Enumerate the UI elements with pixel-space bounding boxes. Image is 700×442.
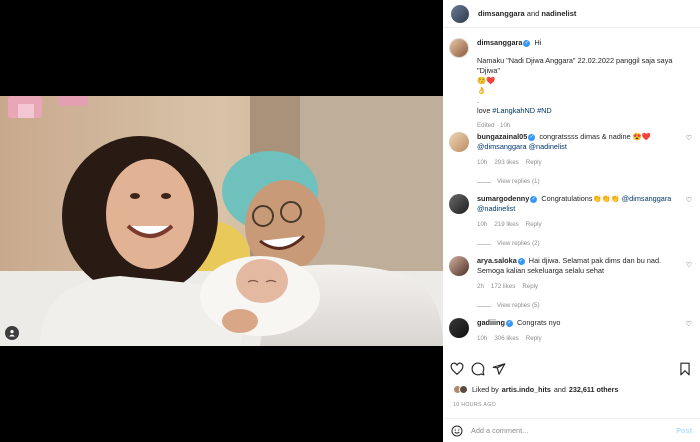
caption-line1: Namaku "Nadi Djiwa Anggara" 22.02.2022 p… bbox=[477, 56, 673, 75]
likes-prefix: Liked by bbox=[472, 385, 499, 394]
comment-likes[interactable]: 293 likes bbox=[494, 159, 518, 166]
caption-avatar[interactable] bbox=[449, 38, 469, 58]
comments-list: dimsanggara ✓ Hi Namaku "Nadi Djiwa Angga… bbox=[443, 38, 700, 350]
user-tag-icon[interactable] bbox=[5, 326, 19, 340]
liker-avatar bbox=[459, 385, 468, 394]
header-user2[interactable]: nadinelist bbox=[541, 9, 576, 18]
verified-badge-icon: ✓ bbox=[528, 133, 536, 141]
header-user1[interactable]: dimsanggara bbox=[478, 9, 525, 18]
post-media bbox=[0, 0, 443, 442]
caption-emoji-line1: 😚❤️ bbox=[477, 76, 496, 85]
comment-age: 2h bbox=[477, 283, 484, 290]
likes-summary: Liked by artis.indo_hits and 232,611 oth… bbox=[453, 385, 618, 394]
comment-icon[interactable] bbox=[471, 362, 485, 376]
caption-dot: . bbox=[477, 96, 480, 105]
post-header: dimsanggara and nadinelist bbox=[443, 0, 700, 28]
comment-item: sumargodenny ✓ Congratulations👏👏👏 @dimsan… bbox=[443, 194, 700, 256]
comment-reply-button[interactable]: Reply bbox=[526, 335, 542, 342]
comment-mention[interactable]: @nadinelist bbox=[529, 142, 567, 151]
caption-love: love bbox=[477, 106, 491, 115]
comment-meta: 10h 293 likes Reply bbox=[477, 158, 687, 168]
comment-username[interactable]: bungazainal05 bbox=[477, 132, 527, 141]
verified-badge-icon: ✓ bbox=[517, 257, 525, 265]
likes-and: and bbox=[553, 385, 566, 394]
comment-item: arya.saloka ✓ Hai djiwa. Selamat pak dims… bbox=[443, 256, 700, 318]
instagram-post-modal: dimsanggara and nadinelist dimsanggara ✓ … bbox=[0, 0, 700, 442]
verified-badge-icon: ✓ bbox=[505, 319, 513, 327]
post-caption: dimsanggara ✓ Hi Namaku "Nadi Djiwa Angga… bbox=[443, 38, 700, 132]
hashtag-langkahnd[interactable]: #LangkahND bbox=[492, 106, 535, 115]
bookmark-icon[interactable] bbox=[678, 362, 692, 376]
post-side-panel: dimsanggara and nadinelist dimsanggara ✓ … bbox=[443, 0, 700, 442]
hashtag-nd[interactable]: #ND bbox=[537, 106, 552, 115]
post-timestamp[interactable]: 10 HOURS AGO bbox=[453, 402, 496, 408]
caption-edited: Edited · 10h bbox=[477, 122, 511, 129]
comment-item: gadiiing ✓ Congrats nyo 10h 306 likes Reply… bbox=[443, 318, 700, 350]
comment-username[interactable]: sumargodenny bbox=[477, 194, 529, 203]
comment-mention[interactable]: @dimsanggara bbox=[477, 142, 527, 151]
comment-text: congratssss dimas & nadine 😍❤️ bbox=[539, 132, 651, 141]
view-replies-label: View replies (1) bbox=[497, 178, 540, 185]
add-comment-bar: Add a comment... Post bbox=[443, 418, 700, 442]
comment-mention[interactable]: @dimsanggara bbox=[622, 194, 672, 203]
comment-avatar[interactable] bbox=[449, 132, 469, 152]
share-icon[interactable] bbox=[492, 362, 506, 376]
comment-age: 10h bbox=[477, 335, 488, 342]
comment-reply-button[interactable]: Reply bbox=[522, 283, 538, 290]
caption-username[interactable]: dimsanggara bbox=[477, 38, 522, 47]
view-replies-button[interactable]: View replies (1) bbox=[477, 177, 687, 187]
view-replies-label: View replies (5) bbox=[497, 302, 540, 309]
comment-username[interactable]: gadiiing bbox=[477, 318, 505, 327]
add-comment-input[interactable]: Add a comment... bbox=[471, 426, 676, 435]
photo-illustration bbox=[0, 96, 443, 346]
comment-avatar[interactable] bbox=[449, 256, 469, 276]
comment-age: 10h bbox=[477, 221, 488, 228]
comment-avatar[interactable] bbox=[449, 318, 469, 338]
comment-meta: 10h 219 likes Reply bbox=[477, 220, 687, 230]
action-bar bbox=[450, 362, 696, 378]
likes-user[interactable]: artis.indo_hits bbox=[502, 385, 551, 394]
view-replies-button[interactable]: View replies (2) bbox=[477, 239, 687, 249]
comment-mention[interactable]: @nadinelist bbox=[477, 204, 515, 213]
comment-likes[interactable]: 306 likes bbox=[494, 335, 518, 342]
header-usernames: dimsanggara and nadinelist bbox=[478, 9, 576, 18]
comment-likes[interactable]: 219 likes bbox=[494, 221, 518, 228]
view-replies-label: View replies (2) bbox=[497, 240, 540, 247]
emoji-icon[interactable] bbox=[451, 425, 463, 437]
view-replies-button[interactable]: View replies (5) bbox=[477, 301, 687, 311]
comment-age: 10h bbox=[477, 159, 488, 166]
header-avatar[interactable] bbox=[451, 4, 469, 23]
comment-heart-icon[interactable]: ♡ bbox=[686, 134, 692, 142]
comment-heart-icon[interactable]: ♡ bbox=[686, 320, 692, 328]
comment-heart-icon[interactable]: ♡ bbox=[686, 261, 692, 269]
verified-badge-icon: ✓ bbox=[523, 39, 531, 47]
comment-avatar[interactable] bbox=[449, 194, 469, 214]
verified-badge-icon: ✓ bbox=[530, 195, 538, 203]
caption-greeting: Hi bbox=[534, 38, 542, 47]
comment-text: Congratulations👏👏👏 bbox=[541, 194, 620, 203]
header-and: and bbox=[526, 9, 540, 18]
post-photo[interactable] bbox=[0, 96, 443, 346]
comment-username[interactable]: arya.saloka bbox=[477, 256, 517, 265]
comment-item: bungazainal05 ✓ congratssss dimas & nadin… bbox=[443, 132, 700, 194]
comment-reply-button[interactable]: Reply bbox=[526, 159, 542, 166]
caption-emoji-line2: 👌 bbox=[477, 86, 487, 95]
comment-heart-icon[interactable]: ♡ bbox=[686, 196, 692, 204]
likes-count[interactable]: 232,611 others bbox=[569, 385, 619, 394]
heart-icon[interactable] bbox=[450, 362, 464, 376]
comment-meta: 2h 172 likes Reply bbox=[477, 282, 687, 292]
caption-love-line: love #LangkahND #ND bbox=[477, 106, 687, 116]
comment-meta: 10h 306 likes Reply bbox=[477, 334, 687, 344]
comment-reply-button[interactable]: Reply bbox=[526, 221, 542, 228]
post-comment-button[interactable]: Post bbox=[676, 426, 692, 435]
comment-text: Congrats nyo bbox=[517, 318, 561, 327]
comment-likes[interactable]: 172 likes bbox=[491, 283, 515, 290]
